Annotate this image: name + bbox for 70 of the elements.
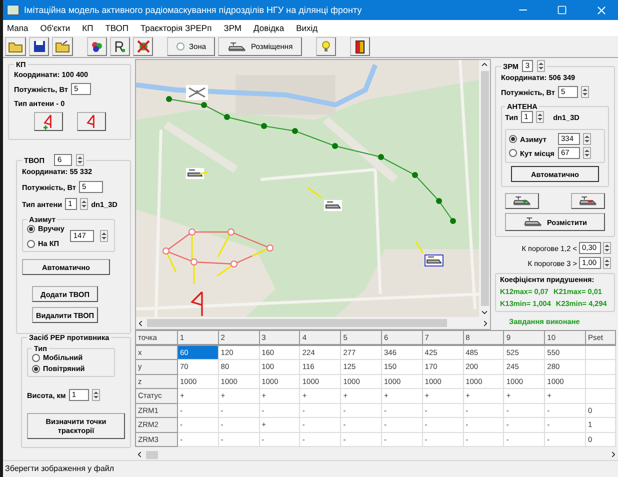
vehicle-icon <box>227 40 248 52</box>
cross-icon <box>136 40 150 53</box>
menu-item[interactable]: Довідка <box>253 23 284 33</box>
scroll-left-icon[interactable] <box>136 318 145 328</box>
spin-buttons[interactable] <box>100 230 108 242</box>
vehicle-icon <box>522 216 543 228</box>
spin-buttons[interactable] <box>537 60 546 72</box>
vehicle-icon[interactable] <box>324 200 342 211</box>
vehicle-icon[interactable] <box>424 254 444 266</box>
menu-item[interactable]: КП <box>82 23 94 33</box>
vehicle-icon <box>512 195 532 207</box>
antenna-button[interactable] <box>77 112 106 131</box>
spin-buttons[interactable] <box>76 154 84 166</box>
menu-item[interactable]: ТВОП <box>105 23 129 33</box>
scrollbar-thumb[interactable] <box>480 71 488 306</box>
maximize-icon <box>557 5 567 15</box>
close-icon <box>594 4 608 16</box>
spin-buttons[interactable] <box>80 198 88 210</box>
scroll-up-icon[interactable] <box>480 60 489 69</box>
radio-button[interactable] <box>32 354 40 362</box>
folder-arrow-icon <box>55 40 70 53</box>
menu-item[interactable]: Об'єкти <box>40 23 70 33</box>
radio-button[interactable] <box>27 240 35 248</box>
lightbulb-icon <box>320 40 331 53</box>
folder-icon <box>8 40 23 52</box>
antenna-plus-icon <box>42 114 54 130</box>
toolbar-button[interactable] <box>110 37 130 56</box>
spin-buttons[interactable] <box>603 257 611 269</box>
menu-item[interactable]: Мапа <box>7 23 28 33</box>
menu-item[interactable]: ЗРМ <box>224 23 242 33</box>
menu-item[interactable]: Траєкторія ЗРЕРп <box>140 23 212 33</box>
vehicle-icon[interactable] <box>186 168 204 179</box>
heading-line <box>415 242 424 254</box>
door-icon <box>354 40 365 54</box>
menu-item[interactable]: Вихід <box>296 23 318 33</box>
scroll-right-icon[interactable] <box>481 318 490 328</box>
add-vehicle-button[interactable] <box>505 193 539 209</box>
spin-buttons[interactable] <box>536 111 544 123</box>
circles-icon <box>90 40 104 52</box>
toolbar-button[interactable] <box>29 37 49 56</box>
scroll-left-icon[interactable] <box>135 450 144 459</box>
antenna-icon <box>190 291 203 317</box>
spin-buttons[interactable] <box>603 242 611 254</box>
spin-buttons[interactable] <box>92 389 100 401</box>
radio-icon <box>176 42 185 51</box>
heading-line <box>308 187 322 199</box>
scrollbar-thumb[interactable] <box>147 319 447 327</box>
toolbar-button[interactable] <box>87 37 107 56</box>
scroll-down-icon[interactable] <box>480 308 489 317</box>
add-antenna-button[interactable] <box>34 112 63 131</box>
vehicle-icon <box>578 195 598 207</box>
antenna-icon <box>86 114 98 130</box>
window-title: Імітаційна модель активного радіомаскування підрозділів НГУ на ділянці фронту <box>24 5 363 15</box>
heading-line <box>200 171 208 175</box>
spin-buttons[interactable] <box>583 147 591 159</box>
radio-button[interactable] <box>32 364 40 372</box>
aircraft-icon <box>186 85 208 100</box>
toolbar-button[interactable] <box>350 37 370 56</box>
letter-r-icon <box>114 40 126 53</box>
radio-button[interactable] <box>27 224 35 232</box>
scrollbar-thumb[interactable] <box>146 450 158 458</box>
spin-buttons[interactable] <box>580 86 589 98</box>
app-icon <box>7 5 19 15</box>
status-text: Зберегти зображення у файл <box>5 464 114 472</box>
spin-buttons[interactable] <box>583 133 591 145</box>
radio-button[interactable] <box>509 135 517 143</box>
save-icon <box>32 40 46 53</box>
remove-vehicle-button[interactable] <box>571 193 605 209</box>
radio-button[interactable] <box>509 149 517 157</box>
scroll-right-icon[interactable] <box>609 450 618 459</box>
